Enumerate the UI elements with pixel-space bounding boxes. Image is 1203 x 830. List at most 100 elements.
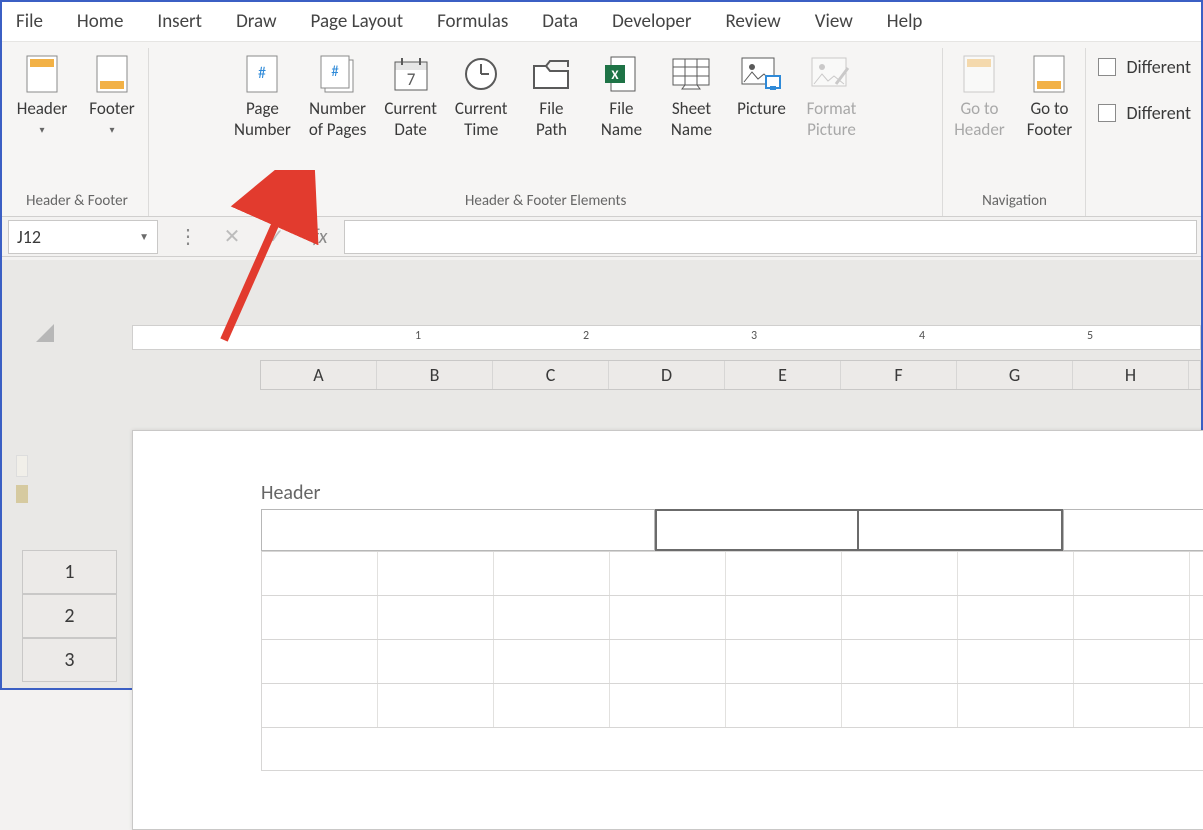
cancel-icon[interactable]: ✕ xyxy=(218,224,246,249)
grid-row[interactable] xyxy=(262,640,1203,684)
svg-text:#: # xyxy=(331,63,339,81)
col-header[interactable]: G xyxy=(957,361,1073,389)
menu-review[interactable]: Review xyxy=(725,10,780,33)
menu-formulas[interactable]: Formulas xyxy=(437,10,508,33)
svg-text:#: # xyxy=(258,64,266,83)
menu-home[interactable]: Home xyxy=(77,10,124,33)
chevron-down-icon: ▾ xyxy=(109,123,114,136)
vertical-ruler-segment xyxy=(16,455,28,477)
ribbon-options: Different Different xyxy=(1086,48,1197,216)
svg-text:X: X xyxy=(612,68,620,83)
col-header[interactable]: H xyxy=(1073,361,1189,389)
checkbox-icon xyxy=(1098,58,1116,76)
header-right-box[interactable] xyxy=(1063,509,1203,551)
column-headers[interactable]: A B C D E F G H xyxy=(260,360,1201,390)
menu-developer[interactable]: Developer xyxy=(612,10,691,33)
header-left-box[interactable] xyxy=(261,509,655,551)
page-number-icon: # xyxy=(240,52,284,96)
vertical-ruler-segment xyxy=(16,485,28,503)
select-all-triangle[interactable] xyxy=(36,324,54,342)
col-header[interactable]: C xyxy=(493,361,609,389)
row-header[interactable]: 1 xyxy=(22,550,117,594)
format-picture-icon xyxy=(809,52,853,96)
header-section-label: Header xyxy=(261,481,320,505)
insert-function-button[interactable]: fx xyxy=(306,225,334,249)
group-label: Header & Footer xyxy=(26,192,128,210)
excel-file-icon: X xyxy=(599,52,643,96)
drag-handle-icon[interactable]: ⋮ xyxy=(174,224,202,249)
row-headers[interactable]: 1 2 3 xyxy=(22,550,117,682)
menu-data[interactable]: Data xyxy=(542,10,578,33)
checkbox-icon xyxy=(1098,104,1116,122)
row-header[interactable]: 2 xyxy=(22,594,117,638)
chevron-down-icon: ▾ xyxy=(39,123,44,136)
col-header[interactable]: D xyxy=(609,361,725,389)
go-to-header-icon xyxy=(957,52,1001,96)
menu-help[interactable]: Help xyxy=(887,10,923,33)
col-header[interactable]: E xyxy=(725,361,841,389)
ruler-tick: 4 xyxy=(919,329,925,343)
number-of-pages-icon: # xyxy=(316,52,360,96)
different-first-checkbox[interactable]: Different xyxy=(1098,56,1191,78)
different-odd-even-checkbox[interactable]: Different xyxy=(1098,102,1191,124)
header-button[interactable]: Header ▾ xyxy=(12,48,72,140)
menu-file[interactable]: File xyxy=(16,10,43,33)
page-preview: Header xyxy=(132,430,1203,830)
grid-row[interactable] xyxy=(262,596,1203,640)
file-name-button[interactable]: X File Name xyxy=(591,48,651,145)
header-icon xyxy=(20,52,64,96)
col-header[interactable]: A xyxy=(261,361,377,389)
name-box-value: J12 xyxy=(17,226,41,248)
current-time-button[interactable]: Current Time xyxy=(451,48,512,145)
name-box[interactable]: J12 ▼ xyxy=(8,220,158,254)
current-date-button[interactable]: 7 Current Date xyxy=(380,48,441,145)
ruler-tick: 1 xyxy=(415,329,421,343)
sheet-name-button[interactable]: Sheet Name xyxy=(661,48,721,145)
menu-view[interactable]: View xyxy=(815,10,853,33)
group-label: Navigation xyxy=(982,192,1047,210)
checkbox-label: Different xyxy=(1126,102,1191,124)
group-hf-elements: # Page Number # Number of Pages 7 Curren… xyxy=(149,48,943,216)
ruler-tick: 2 xyxy=(583,329,589,343)
clock-icon xyxy=(459,52,503,96)
col-header[interactable]: B xyxy=(377,361,493,389)
footer-button[interactable]: Footer ▾ xyxy=(82,48,142,140)
menu-insert[interactable]: Insert xyxy=(157,10,202,33)
menu-draw[interactable]: Draw xyxy=(236,10,276,33)
picture-button[interactable]: Picture xyxy=(731,48,791,123)
go-to-footer-icon xyxy=(1027,52,1071,96)
col-header[interactable]: F xyxy=(841,361,957,389)
file-path-button[interactable]: File Path xyxy=(521,48,581,145)
group-navigation: Go to Header Go to Footer Navigation xyxy=(943,48,1086,216)
cell-grid[interactable] xyxy=(261,551,1203,771)
sheet-icon xyxy=(669,52,713,96)
ribbon: Header ▾ Footer ▾ Header & Footer # Page… xyxy=(2,42,1201,217)
sheet-area: 1 2 3 4 5 A B C D E F G H Header xyxy=(2,260,1201,688)
header-center-box-2[interactable] xyxy=(859,509,1063,551)
horizontal-ruler: 1 2 3 4 5 xyxy=(132,325,1201,350)
picture-icon xyxy=(739,52,783,96)
menubar: File Home Insert Draw Page Layout Formul… xyxy=(2,2,1201,42)
group-label: Header & Footer Elements xyxy=(465,192,626,210)
calendar-icon: 7 xyxy=(389,52,433,96)
group-header-footer: Header ▾ Footer ▾ Header & Footer xyxy=(6,48,149,216)
go-to-header-button: Go to Header xyxy=(949,48,1009,145)
footer-icon xyxy=(90,52,134,96)
ruler-tick: 5 xyxy=(1087,329,1093,343)
formula-input[interactable] xyxy=(344,220,1197,254)
svg-text:7: 7 xyxy=(406,69,415,90)
page-number-button[interactable]: # Page Number xyxy=(230,48,295,145)
chevron-down-icon[interactable]: ▼ xyxy=(139,230,149,243)
ruler-tick: 3 xyxy=(751,329,757,343)
menu-page-layout[interactable]: Page Layout xyxy=(311,10,404,33)
grid-row[interactable] xyxy=(262,684,1203,728)
row-header[interactable]: 3 xyxy=(22,638,117,682)
grid-row[interactable] xyxy=(262,552,1203,596)
header-band[interactable] xyxy=(261,509,1203,551)
format-picture-button: Format Picture xyxy=(801,48,861,145)
number-of-pages-button[interactable]: # Number of Pages xyxy=(305,48,371,145)
enter-icon[interactable]: ✓ xyxy=(262,224,290,249)
go-to-footer-button[interactable]: Go to Footer xyxy=(1019,48,1079,145)
folder-icon xyxy=(529,52,573,96)
header-center-box[interactable] xyxy=(655,509,859,551)
